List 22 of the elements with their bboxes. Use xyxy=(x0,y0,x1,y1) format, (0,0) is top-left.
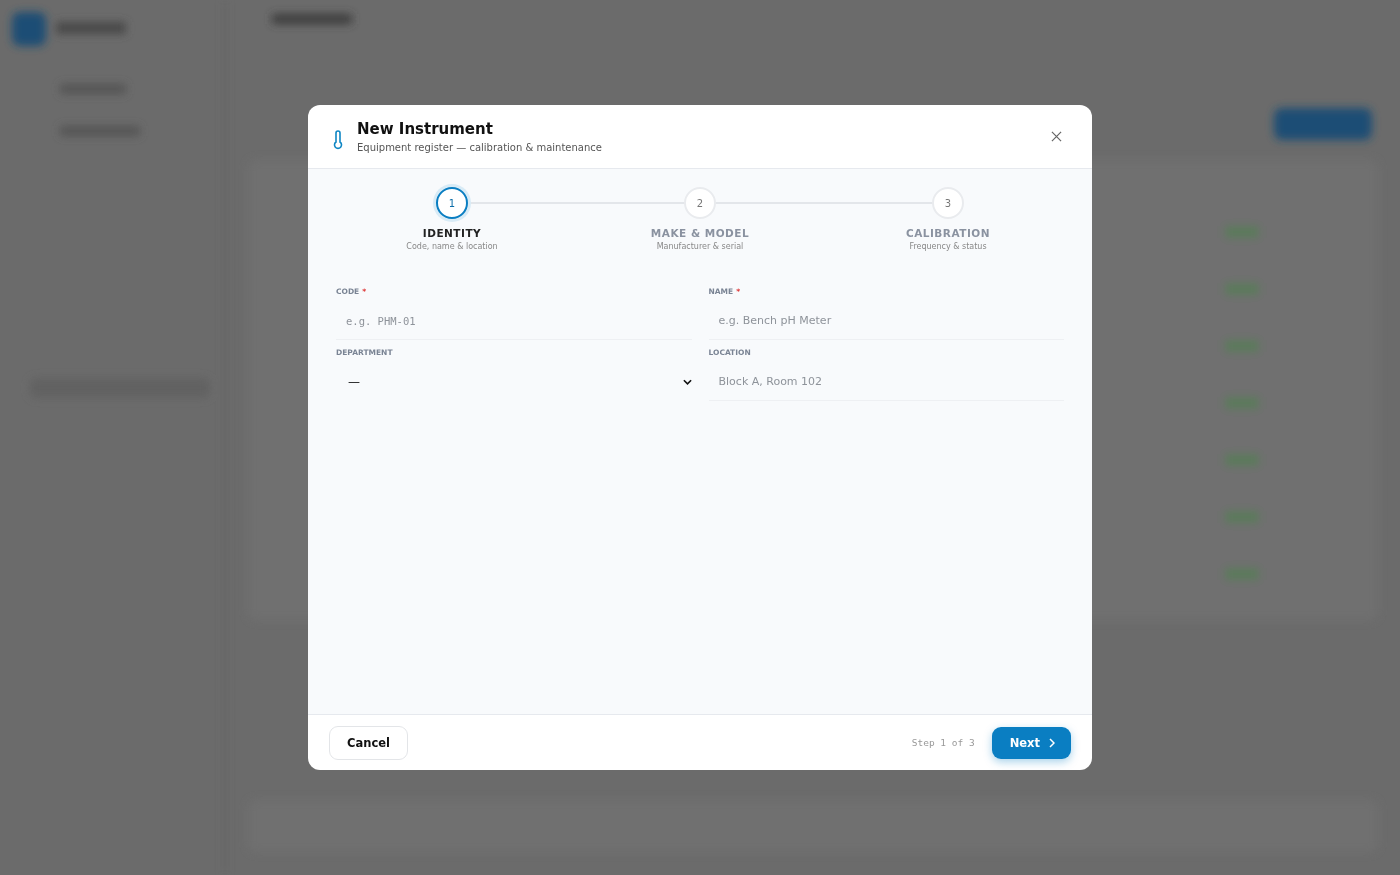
select-field[interactable]: — xyxy=(336,363,692,401)
step-hint: Manufacturer & serial xyxy=(656,242,744,251)
step-number[interactable]: 1 xyxy=(436,187,468,219)
input-field[interactable]: Block A, Room 102 xyxy=(708,363,1064,401)
step-label: MAKE & MODEL xyxy=(650,227,750,239)
close-icon[interactable] xyxy=(1051,131,1062,142)
chevron-right-icon xyxy=(1049,737,1055,748)
input-field[interactable]: e.g. PHM-01 xyxy=(336,302,692,340)
dialog-subtitle: Equipment register — calibration & maintenance xyxy=(357,142,603,153)
input-field[interactable]: e.g. Bench pH Meter xyxy=(708,302,1064,340)
step-label: IDENTITY xyxy=(422,227,482,239)
step-counter: Step 1 of 3 xyxy=(911,737,975,748)
step-number[interactable]: 3 xyxy=(932,187,964,219)
step-hint: Code, name & location xyxy=(406,242,498,251)
step-label: CALIBRATION xyxy=(905,227,991,239)
dialog-title: New Instrument xyxy=(357,120,494,138)
chevron-down-icon xyxy=(682,379,692,385)
thermometer-icon xyxy=(332,129,344,150)
cancel-button[interactable]: Cancel xyxy=(329,725,408,760)
step-hint: Frequency & status xyxy=(909,242,987,251)
next-button[interactable]: Next xyxy=(991,726,1071,759)
step-number[interactable]: 2 xyxy=(684,187,716,219)
